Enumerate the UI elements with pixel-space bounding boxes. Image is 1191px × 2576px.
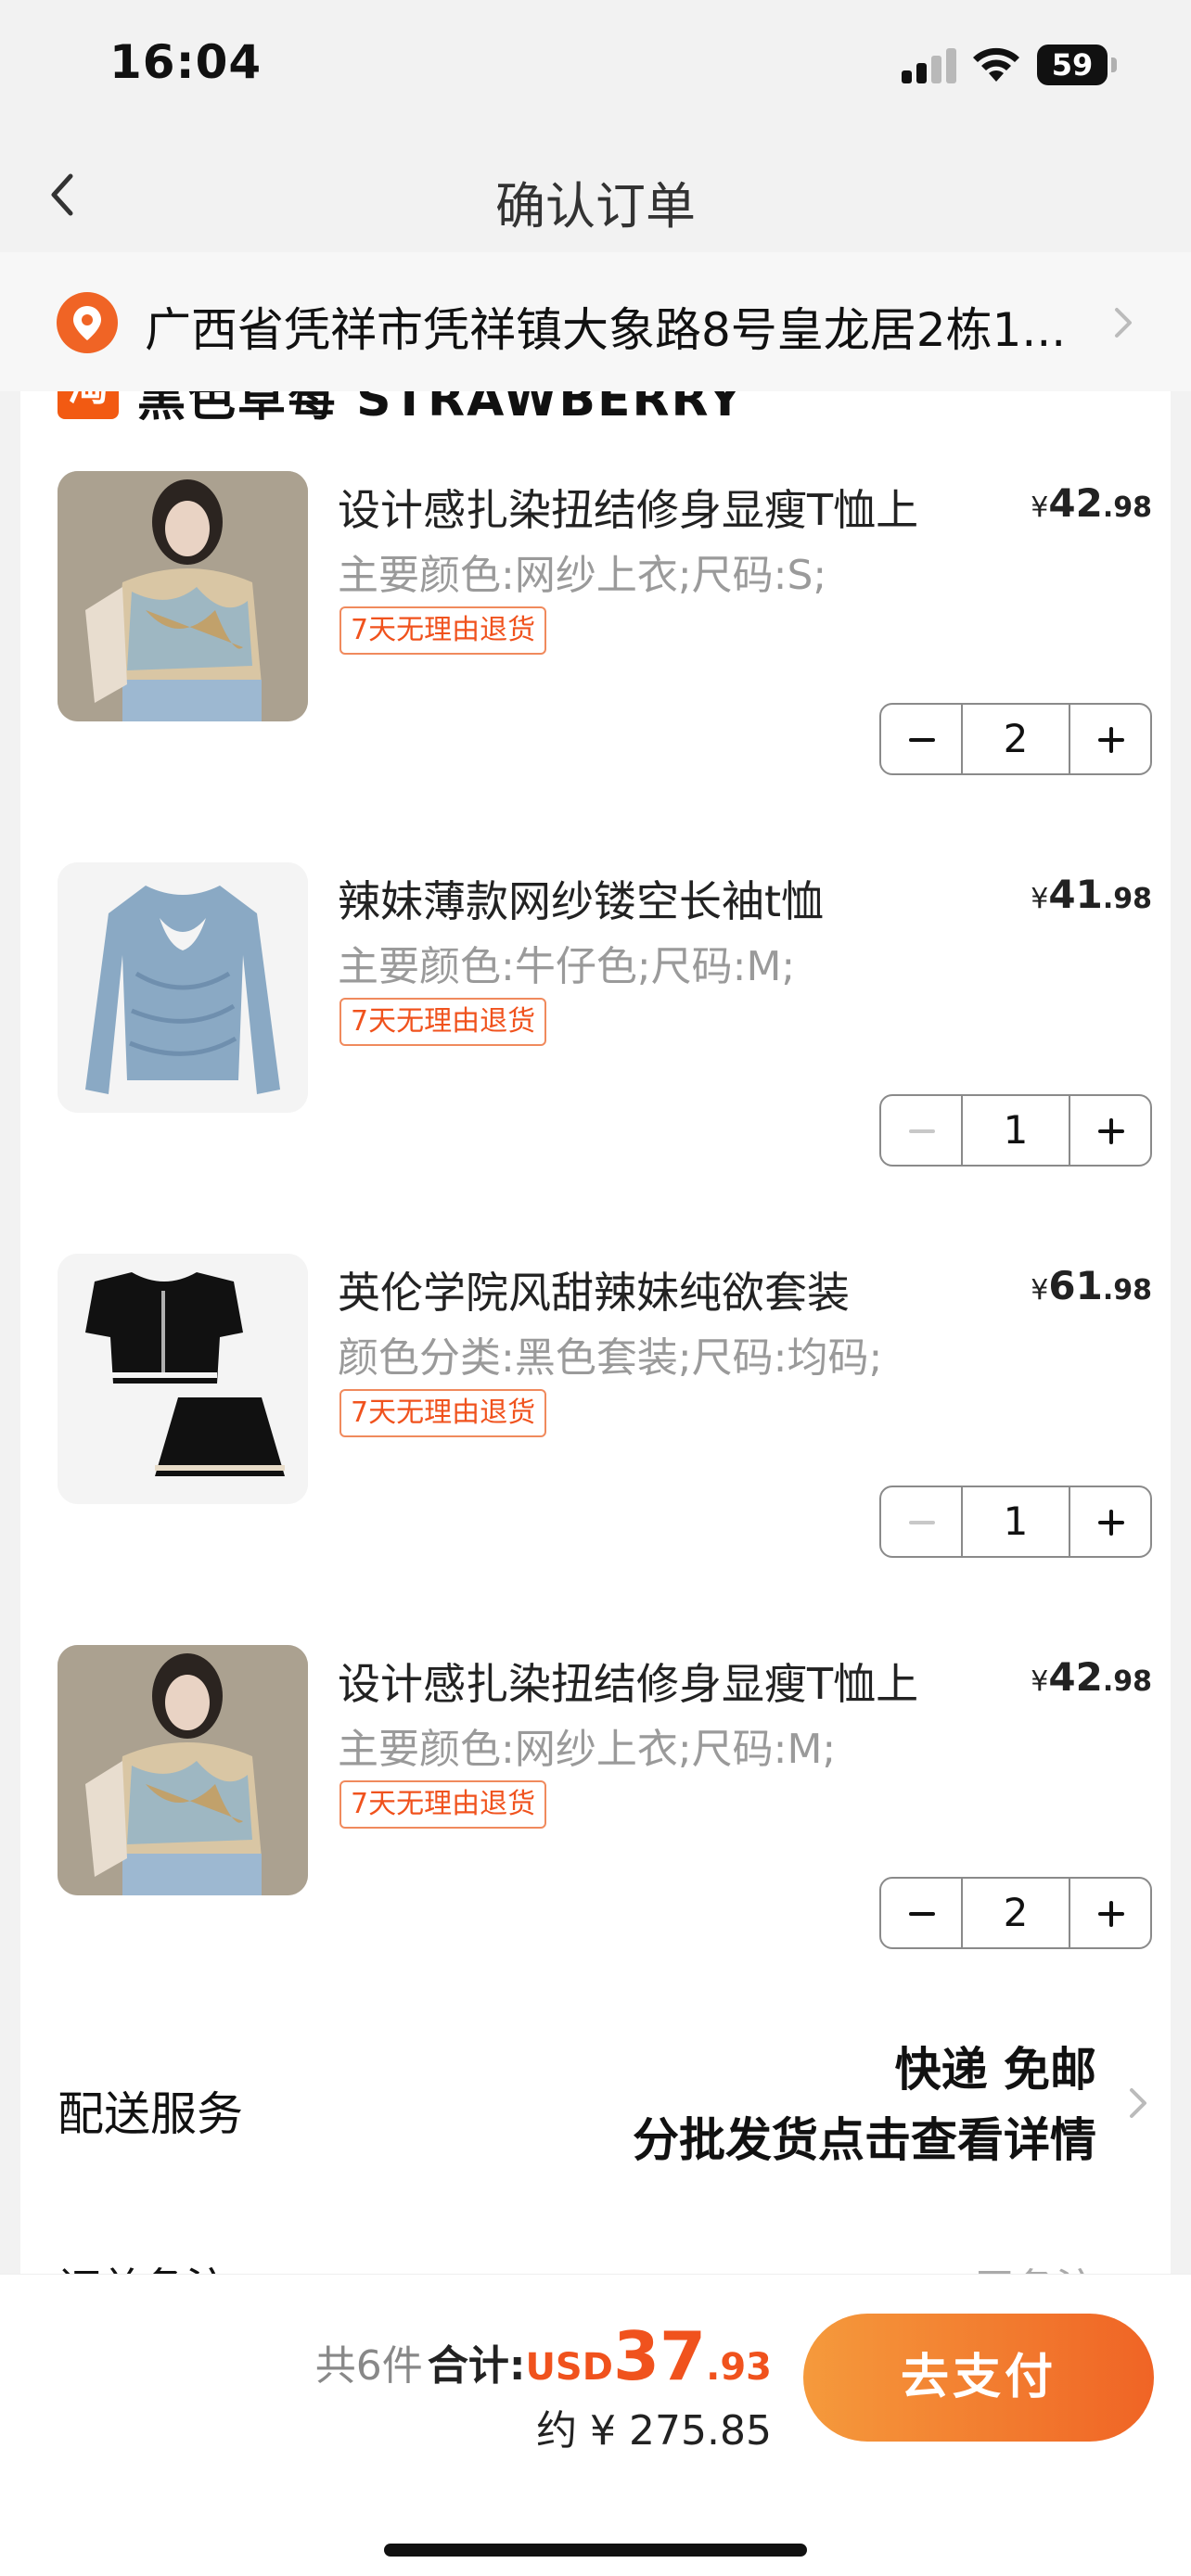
quantity-stepper[interactable]: 2	[879, 1877, 1152, 1949]
shipping-service-row[interactable]: 配送服务 快递 免邮 分批发货点击查看详情	[58, 2033, 1152, 2181]
shipping-detail-link[interactable]: 分批发货点击查看详情	[633, 2103, 1096, 2170]
pay-button[interactable]: 去支付	[803, 2314, 1154, 2442]
order-summary: 共6件 合计:USD37.93	[315, 2317, 772, 2395]
product-image[interactable]	[58, 1254, 308, 1504]
address-text: 广西省凭祥市凭祥镇大象路8号皇龙居2栋1...	[145, 303, 1067, 357]
remark-value: 无备注	[974, 2255, 1096, 2274]
quantity-stepper[interactable]: 1	[879, 1094, 1152, 1167]
home-indicator	[384, 2544, 807, 2557]
quantity-stepper[interactable]: 1	[879, 1486, 1152, 1558]
shop-name: 黑色草莓 STRAWBERRY	[137, 391, 745, 427]
shipping-label: 配送服务	[58, 2087, 243, 2141]
product-title: 辣妹薄款网纱镂空长袖t恤	[338, 876, 825, 926]
quantity-value[interactable]: 2	[961, 705, 1070, 773]
checkout-bar: 共6件 合计:USD37.93 约 ¥ 275.85 去支付	[0, 2274, 1191, 2576]
quantity-value[interactable]: 1	[961, 1096, 1070, 1165]
product-spec: 主要颜色:网纱上衣;尺码:M;	[338, 1726, 837, 1773]
product-image[interactable]	[58, 1645, 308, 1895]
return-policy-badge: 7天无理由退货	[339, 1389, 547, 1437]
increase-button[interactable]	[1070, 1879, 1150, 1947]
battery-level: 59	[1037, 45, 1108, 85]
product-item[interactable]: 辣妹薄款网纱镂空长袖t恤 主要颜色:牛仔色;尺码:M; 7天无理由退货 ¥41.…	[58, 862, 1152, 1167]
remark-label: 订单备注	[58, 2255, 228, 2274]
decrease-button[interactable]	[881, 1096, 961, 1165]
nav-bar: 确认订单	[0, 139, 1191, 250]
decrease-button[interactable]	[881, 1487, 961, 1556]
product-item[interactable]: 英伦学院风甜辣妹纯欲套装 颜色分类:黑色套装;尺码:均码; 7天无理由退货 ¥6…	[58, 1254, 1152, 1558]
increase-button[interactable]	[1070, 705, 1150, 773]
product-spec: 主要颜色:网纱上衣;尺码:S;	[338, 552, 827, 599]
quantity-stepper[interactable]: 2	[879, 703, 1152, 775]
total-amount-int: 37	[612, 2317, 707, 2395]
product-image[interactable]	[58, 862, 308, 1113]
quantity-value[interactable]: 1	[961, 1487, 1070, 1556]
chevron-right-icon	[1130, 2088, 1146, 2118]
battery-icon: 59	[1037, 45, 1117, 85]
increase-button[interactable]	[1070, 1096, 1150, 1165]
order-card: 淘 黑色草莓 STRAWBERRY 设计感扎染扭结修身显瘦T恤上 主要颜色:网纱…	[20, 391, 1171, 2274]
product-spec: 颜色分类:黑色套装;尺码:均码;	[338, 1334, 883, 1382]
address-bar[interactable]: 广西省凭祥市凭祥镇大象路8号皇龙居2栋1...	[0, 252, 1191, 391]
quantity-value[interactable]: 2	[961, 1879, 1070, 1947]
return-policy-badge: 7天无理由退货	[339, 1780, 547, 1829]
return-policy-badge: 7天无理由退货	[339, 606, 547, 655]
product-spec: 主要颜色:牛仔色;尺码:M;	[338, 943, 796, 990]
shipping-method: 快递 免邮	[894, 2043, 1096, 2097]
increase-button[interactable]	[1070, 1487, 1150, 1556]
shop-logo: 淘	[58, 391, 119, 419]
product-title: 设计感扎染扭结修身显瘦T恤上	[338, 1659, 919, 1709]
wifi-icon	[973, 47, 1019, 82]
decrease-button[interactable]	[881, 1879, 961, 1947]
total-amount-dec: .93	[706, 2346, 772, 2389]
status-time: 16:04	[109, 35, 263, 89]
item-count: 共6件	[314, 2342, 423, 2390]
cellular-signal-icon	[902, 48, 957, 83]
product-item[interactable]: 设计感扎染扭结修身显瘦T恤上 主要颜色:网纱上衣;尺码:S; 7天无理由退货 ¥…	[58, 471, 1152, 775]
product-price: ¥42.98	[1031, 1654, 1152, 1700]
product-price: ¥61.98	[1031, 1263, 1152, 1308]
return-policy-badge: 7天无理由退货	[339, 998, 547, 1046]
product-title: 英伦学院风甜辣妹纯欲套装	[338, 1268, 850, 1318]
status-bar: 16:04 59	[0, 0, 1191, 139]
location-pin-icon	[57, 292, 118, 353]
product-item[interactable]: 设计感扎染扭结修身显瘦T恤上 主要颜色:网纱上衣;尺码:M; 7天无理由退货 ¥…	[58, 1645, 1152, 1949]
order-remark-row[interactable]: 订单备注 无备注	[58, 2255, 1152, 2274]
product-price: ¥42.98	[1031, 480, 1152, 526]
product-price: ¥41.98	[1031, 872, 1152, 917]
chevron-right-icon	[1115, 308, 1132, 338]
product-image[interactable]	[58, 471, 308, 721]
page-title: 确认订单	[495, 177, 696, 236]
total-label: 合计:	[427, 2342, 526, 2390]
total-currency: USD	[525, 2346, 613, 2389]
approx-cny-total: 约 ¥ 275.85	[536, 2407, 772, 2455]
decrease-button[interactable]	[881, 705, 961, 773]
product-title: 设计感扎染扭结修身显瘦T恤上	[338, 485, 919, 535]
